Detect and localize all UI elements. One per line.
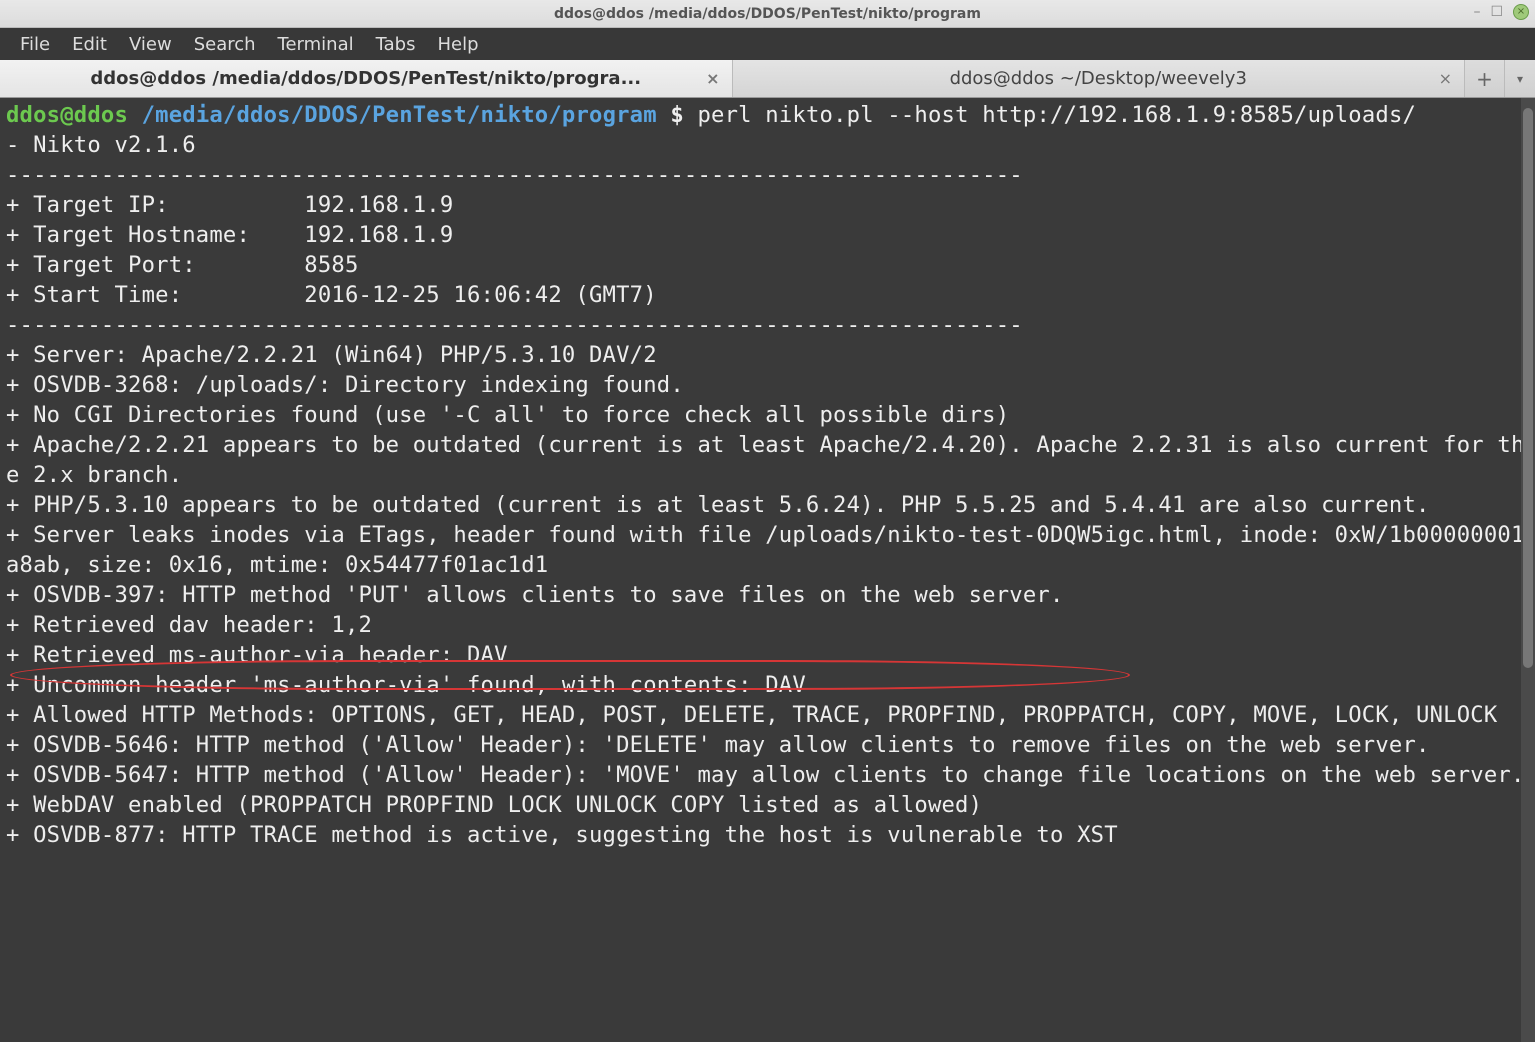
tab-weevely3[interactable]: ddos@ddos ~/Desktop/weevely3 × <box>733 60 1466 97</box>
output-line: + Apache/2.2.21 appears to be outdated (… <box>6 432 1525 488</box>
close-icon[interactable]: × <box>1513 4 1529 20</box>
output-line: + OSVDB-5646: HTTP method ('Allow' Heade… <box>6 732 1430 758</box>
output-line: + Target Hostname: 192.168.1.9 <box>6 222 453 248</box>
window-controls: – ☐ × <box>1473 4 1529 20</box>
output-line: + Server: Apache/2.2.21 (Win64) PHP/5.3.… <box>6 342 657 368</box>
output-line: + Allowed HTTP Methods: OPTIONS, GET, HE… <box>6 702 1511 728</box>
terminal-area[interactable]: ddos@ddos /media/ddos/DDOS/PenTest/nikto… <box>0 98 1535 1042</box>
output-dash-line: ----------------------------------------… <box>6 312 1023 338</box>
window-titlebar: ddos@ddos /media/ddos/DDOS/PenTest/nikto… <box>0 0 1535 28</box>
maximize-icon[interactable]: ☐ <box>1490 4 1503 20</box>
menu-view[interactable]: View <box>119 30 182 59</box>
command-text: perl nikto.pl --host http://192.168.1.9:… <box>698 102 1417 128</box>
output-line: + Start Time: 2016-12-25 16:06:42 (GMT7) <box>6 282 657 308</box>
minimize-icon[interactable]: – <box>1473 4 1480 20</box>
prompt-user: ddos@ddos <box>6 102 128 128</box>
output-line: + Uncommon header 'ms-author-via' found,… <box>6 672 806 698</box>
output-line-highlighted: + OSVDB-397: HTTP method 'PUT' allows cl… <box>6 582 1064 608</box>
tabbar: ddos@ddos /media/ddos/DDOS/PenTest/nikto… <box>0 60 1535 98</box>
tab-nikto[interactable]: ddos@ddos /media/ddos/DDOS/PenTest/nikto… <box>0 60 733 97</box>
tab-label: ddos@ddos ~/Desktop/weevely3 <box>950 68 1247 89</box>
output-line: + PHP/5.3.10 appears to be outdated (cur… <box>6 492 1430 518</box>
output-line: + OSVDB-3268: /uploads/: Directory index… <box>6 372 684 398</box>
tab-label: ddos@ddos /media/ddos/DDOS/PenTest/nikto… <box>90 68 641 89</box>
menu-help[interactable]: Help <box>427 30 488 59</box>
output-line: + OSVDB-5647: HTTP method ('Allow' Heade… <box>6 762 1525 788</box>
menu-edit[interactable]: Edit <box>62 30 117 59</box>
scrollbar[interactable] <box>1521 98 1535 1042</box>
output-line: + Retrieved dav header: 1,2 <box>6 612 372 638</box>
output-line: + Target IP: 192.168.1.9 <box>6 192 453 218</box>
tab-close-icon[interactable]: × <box>1439 69 1452 88</box>
output-line: + No CGI Directories found (use '-C all'… <box>6 402 1009 428</box>
prompt-path: /media/ddos/DDOS/PenTest/nikto/program <box>142 102 657 128</box>
window-title: ddos@ddos /media/ddos/DDOS/PenTest/nikto… <box>554 6 981 22</box>
terminal-output[interactable]: ddos@ddos /media/ddos/DDOS/PenTest/nikto… <box>0 98 1535 852</box>
menubar: File Edit View Search Terminal Tabs Help <box>0 28 1535 60</box>
output-line: + WebDAV enabled (PROPPATCH PROPFIND LOC… <box>6 792 982 818</box>
output-line: + Retrieved ms-author-via header: DAV <box>6 642 508 668</box>
new-tab-button[interactable]: + <box>1465 60 1505 97</box>
menu-search[interactable]: Search <box>184 30 266 59</box>
scrollbar-thumb[interactable] <box>1523 108 1533 668</box>
menu-tabs[interactable]: Tabs <box>366 30 426 59</box>
tab-menu-button[interactable]: ▾ <box>1505 60 1535 97</box>
menu-file[interactable]: File <box>10 30 60 59</box>
output-line: + Target Port: 8585 <box>6 252 359 278</box>
output-dash-line: ----------------------------------------… <box>6 162 1023 188</box>
output-line: + OSVDB-877: HTTP TRACE method is active… <box>6 822 1118 848</box>
tab-close-icon[interactable]: × <box>706 69 719 88</box>
prompt-symbol: $ <box>670 102 684 128</box>
output-line: + Server leaks inodes via ETags, header … <box>6 522 1525 578</box>
output-line: - Nikto v2.1.6 <box>6 132 196 158</box>
menu-terminal[interactable]: Terminal <box>268 30 364 59</box>
